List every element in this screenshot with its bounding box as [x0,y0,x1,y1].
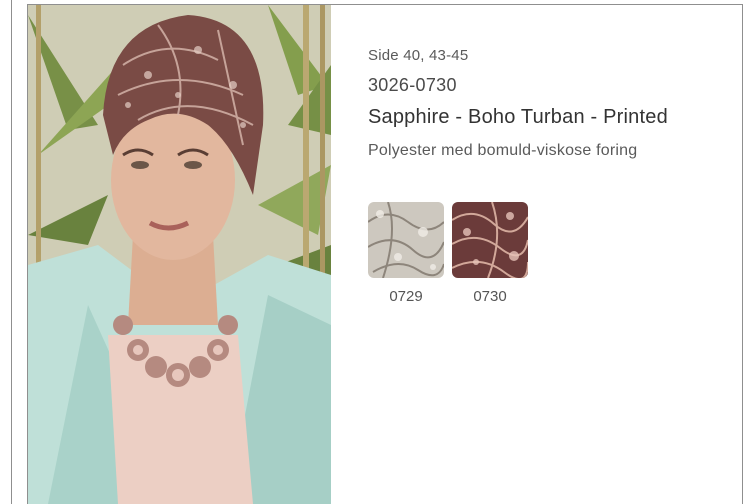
color-swatches: 0729 0730 [368,202,528,307]
swatch-image-0729[interactable] [368,202,444,278]
product-material: Polyester med bomuld-viskose foring [368,142,638,159]
article-number: 3026-0730 [368,75,457,95]
page-reference: Side 40, 43-45 [368,47,469,64]
swatch-code-0729: 0729 [389,288,423,305]
product-photo [28,5,331,504]
previous-card-edge [0,0,12,504]
product-name: Sapphire - Boho Turban - Printed [368,106,668,128]
swatch-code-0730: 0730 [473,288,507,305]
swatch-image-0730[interactable] [452,202,528,278]
product-card: Side 40, 43-45 3026-0730 Sapphire - Boho… [27,4,743,504]
product-info: Side 40, 43-45 3026-0730 Sapphire - Boho… [368,45,738,163]
swatch-0730[interactable]: 0730 [452,202,528,307]
swatch-0729[interactable]: 0729 [368,202,444,307]
